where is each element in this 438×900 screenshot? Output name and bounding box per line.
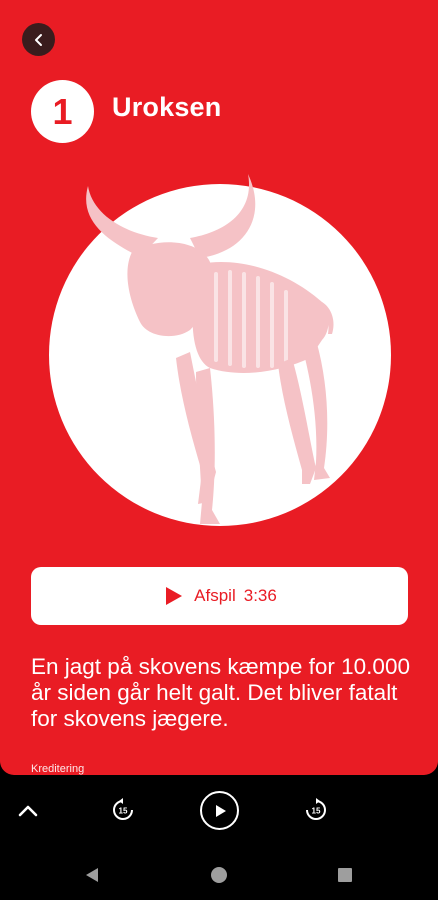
forward-seconds-label: 15 xyxy=(312,807,321,816)
rewind-seconds-label: 15 xyxy=(119,807,128,816)
page-title: Uroksen xyxy=(112,92,222,122)
episode-duration: 3:36 xyxy=(243,586,277,605)
square-recents-icon xyxy=(338,868,352,882)
aurochs-artwork xyxy=(49,174,391,526)
nav-home-button[interactable] xyxy=(209,865,229,885)
rewind-15-button[interactable]: 15 xyxy=(110,797,136,823)
back-button[interactable] xyxy=(22,23,55,56)
circle-home-icon xyxy=(211,867,227,883)
nav-back-button[interactable] xyxy=(82,865,102,885)
play-icon xyxy=(166,587,183,605)
android-navigation-bar xyxy=(0,850,438,900)
triangle-back-icon xyxy=(86,868,98,882)
chapter-number-badge: 1 xyxy=(31,80,94,143)
play-label: Afspil xyxy=(194,586,236,605)
credits-link[interactable]: Kreditering xyxy=(31,763,84,775)
rewind-15-icon: 15 xyxy=(113,798,133,820)
play-episode-button[interactable]: Afspil 3:36 xyxy=(31,567,408,625)
chevron-up-icon xyxy=(18,805,38,817)
play-icon xyxy=(215,804,226,817)
chevron-left-icon xyxy=(34,33,42,46)
forward-15-button[interactable]: 15 xyxy=(303,797,329,823)
expand-player-button[interactable] xyxy=(14,797,42,825)
episode-description: En jagt på skovens kæmpe for 10.000 år s… xyxy=(31,654,410,731)
mini-play-button[interactable] xyxy=(200,791,239,830)
mini-player-bar: 15 15 xyxy=(0,775,438,850)
forward-15-icon: 15 xyxy=(306,798,326,820)
episode-card: 1 Uroksen Afspil 3:36 En jagt på skovens… xyxy=(0,0,438,775)
nav-recents-button[interactable] xyxy=(335,865,355,885)
